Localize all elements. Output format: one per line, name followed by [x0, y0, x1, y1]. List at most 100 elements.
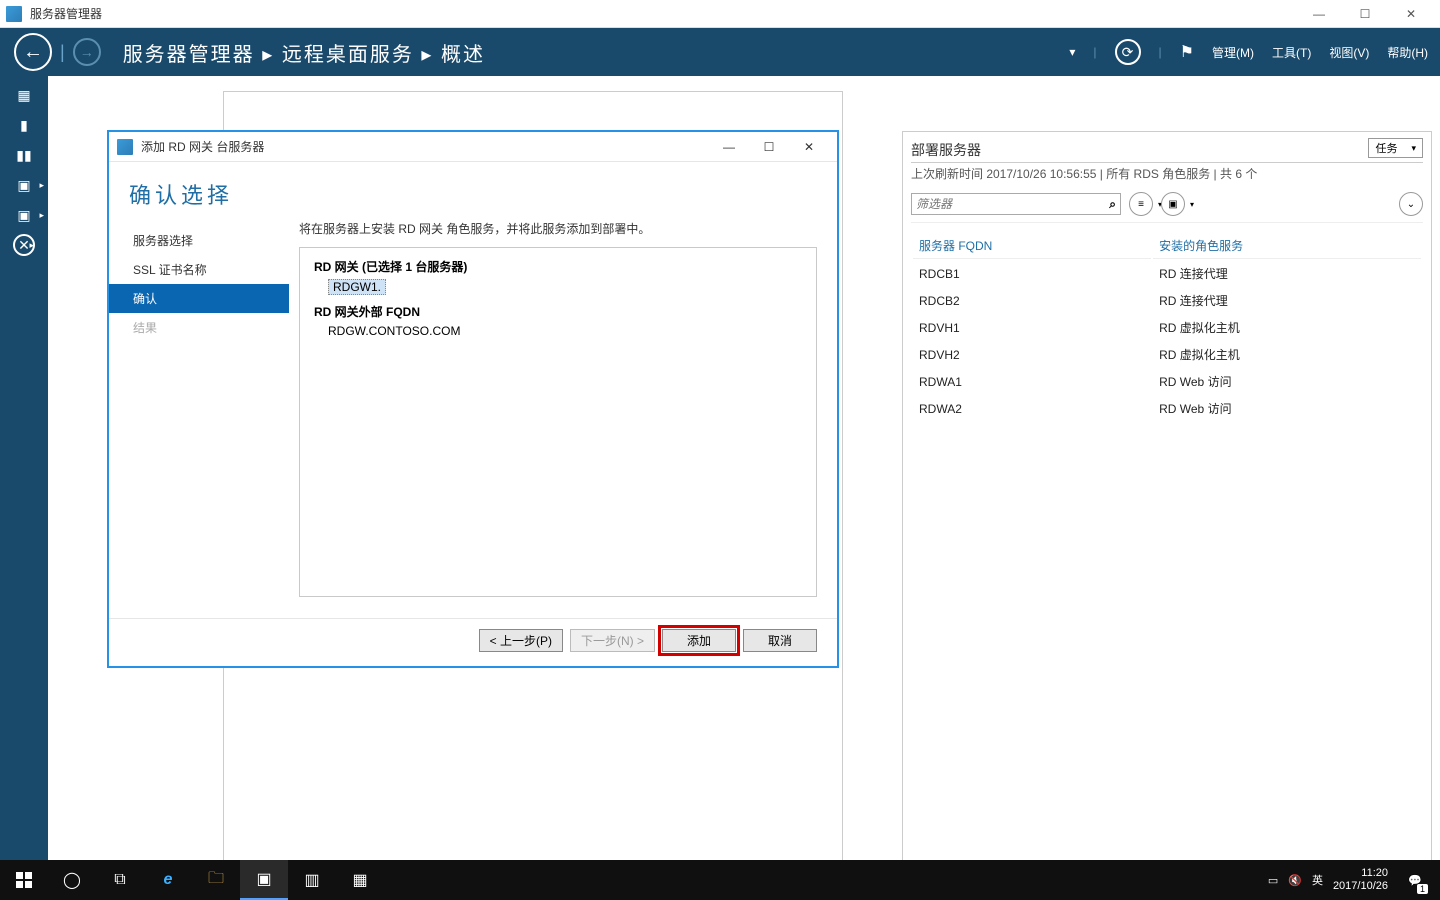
table-row[interactable]: RDWA1RD Web 访问	[913, 369, 1421, 394]
app-title: 服务器管理器	[30, 5, 1296, 22]
nav-dashboard-icon[interactable]: ▦	[10, 84, 38, 106]
external-fqdn-value: RDGW.CONTOSO.COM	[328, 324, 802, 338]
explorer-icon[interactable]: 🗀	[192, 860, 240, 900]
wizard-description: 将在服务器上安装 RD 网关 角色服务，并将此服务添加到部署中。	[299, 220, 817, 237]
deploy-table: 服务器 FQDN 安装的角色服务 RDCB1RD 连接代理RDCB2RD 连接代…	[911, 231, 1423, 423]
tray-sound-icon[interactable]: 🔇	[1288, 874, 1302, 887]
wizard-summary-box: RD 网关 (已选择 1 台服务器) RDGW1. RD 网关外部 FQDN R…	[299, 247, 817, 597]
next-button: 下一步(N) >	[570, 629, 655, 652]
nav-roles-icon[interactable]: ✕	[13, 234, 35, 256]
tasks-dropdown[interactable]: 任务	[1368, 138, 1423, 158]
system-tray: ▭ 🔇 英 11:20 2017/10/26 💬1	[1268, 860, 1440, 900]
cell-fqdn: RDCB2	[913, 288, 1151, 313]
tray-action-center-icon[interactable]: ▭	[1268, 874, 1278, 887]
table-row[interactable]: RDCB2RD 连接代理	[913, 288, 1421, 313]
minimize-button[interactable]: —	[1296, 0, 1342, 28]
header-sep: |	[1093, 45, 1096, 59]
close-button[interactable]: ✕	[1388, 0, 1434, 28]
search-icon[interactable]: ⌕	[1109, 197, 1116, 212]
filter-input[interactable]	[916, 197, 1109, 211]
wizard-nav-confirm[interactable]: 确认	[109, 284, 289, 313]
selected-server[interactable]: RDGW1.	[328, 279, 386, 295]
title-bar: 服务器管理器 — ☐ ✕	[0, 0, 1440, 28]
cell-fqdn: RDCB1	[913, 261, 1151, 286]
tray-clock[interactable]: 11:20 2017/10/26	[1333, 867, 1388, 893]
add-rd-gateway-wizard: 添加 RD 网关 台服务器 — ☐ ✕ 确认选择 服务器选择SSL 证书名称确认…	[108, 131, 838, 667]
save-view-icon[interactable]: ▣▾	[1161, 192, 1185, 216]
table-row[interactable]: RDVH1RD 虚拟化主机	[913, 315, 1421, 340]
header-separator: |	[60, 42, 65, 63]
deploy-toolbar: ⌕ ≡▾ ▣▾ ⌄	[911, 192, 1423, 223]
back-button[interactable]: ←	[14, 33, 52, 71]
menu-manage[interactable]: 管理(M)	[1212, 44, 1254, 61]
menu-view[interactable]: 视图(V)	[1329, 44, 1369, 61]
col-fqdn[interactable]: 服务器 FQDN	[913, 233, 1151, 259]
nav-iis-icon[interactable]: ▣	[5, 174, 43, 196]
window-controls: — ☐ ✕	[1296, 0, 1434, 28]
header-right: ▾ | ⟳ | ⚑ 管理(M) 工具(T) 视图(V) 帮助(H)	[1069, 39, 1428, 65]
wizard-heading: 确认选择	[129, 178, 817, 210]
cell-role: RD Web 访问	[1153, 369, 1421, 394]
cell-fqdn: RDWA1	[913, 369, 1151, 394]
header-sep2: |	[1159, 45, 1162, 59]
header-band: ← | → 服务器管理器 ▸ 远程桌面服务 ▸ 概述 ▾ | ⟳ | ⚑ 管理(…	[0, 28, 1440, 76]
cell-role: RD Web 访问	[1153, 396, 1421, 421]
wizard-close-button[interactable]: ✕	[789, 132, 829, 162]
nav-local-icon[interactable]: ▮	[10, 114, 38, 136]
start-button[interactable]	[0, 860, 48, 900]
list-view-icon[interactable]: ≡▾	[1129, 192, 1153, 216]
expand-icon[interactable]: ⌄	[1399, 192, 1423, 216]
cell-role: RD 连接代理	[1153, 261, 1421, 286]
wizard-nav: 服务器选择SSL 证书名称确认结果	[109, 218, 289, 618]
wizard-nav-server_select[interactable]: 服务器选择	[109, 226, 289, 255]
flag-icon[interactable]: ⚑	[1180, 42, 1194, 62]
tray-date: 2017/10/26	[1333, 880, 1388, 893]
prev-button[interactable]: < 上一步(P)	[479, 629, 563, 652]
body: ▦ ▮ ▮▮ ▣ ▣ ✕ 任务 部署服务器 上次刷新时间 2017/10/26 …	[0, 76, 1440, 860]
taskbar: ◯ ⧉ e 🗀 ▣ ▥ ▦ ▭ 🔇 英 11:20 2017/10/26 💬1	[0, 860, 1440, 900]
forward-button[interactable]: →	[73, 38, 101, 66]
section-rd-gateway: RD 网关 (已选择 1 台服务器)	[314, 258, 802, 275]
deploy-title: 部署服务器	[911, 140, 1423, 160]
maximize-button[interactable]: ☐	[1342, 0, 1388, 28]
menu-help[interactable]: 帮助(H)	[1387, 44, 1428, 61]
cell-fqdn: RDVH1	[913, 315, 1151, 340]
tasks-label: 任务	[1375, 140, 1397, 156]
refresh-icon[interactable]: ⟳	[1115, 39, 1141, 65]
section-external-fqdn: RD 网关外部 FQDN	[314, 303, 802, 320]
table-row[interactable]: RDWA2RD Web 访问	[913, 396, 1421, 421]
cell-fqdn: RDWA2	[913, 396, 1151, 421]
col-role[interactable]: 安装的角色服务	[1153, 233, 1421, 259]
filter-box[interactable]: ⌕	[911, 193, 1121, 215]
cancel-button[interactable]: 取消	[743, 629, 817, 652]
taskbar-app2-icon[interactable]: ▦	[336, 860, 384, 900]
cell-role: RD 虚拟化主机	[1153, 342, 1421, 367]
taskbar-app1-icon[interactable]: ▥	[288, 860, 336, 900]
wizard-body: 服务器选择SSL 证书名称确认结果 将在服务器上安装 RD 网关 角色服务，并将…	[109, 218, 837, 618]
tray-notification-icon[interactable]: 💬1	[1398, 860, 1432, 900]
wizard-nav-ssl_name[interactable]: SSL 证书名称	[109, 255, 289, 284]
wizard-window-title: 添加 RD 网关 台服务器	[141, 138, 709, 155]
header-dropdown-icon[interactable]: ▾	[1069, 45, 1075, 59]
wizard-maximize-button[interactable]: ☐	[749, 132, 789, 162]
nav-allservers-icon[interactable]: ▮▮	[10, 144, 38, 166]
cell-role: RD 虚拟化主机	[1153, 315, 1421, 340]
nav-rds-icon[interactable]: ▣	[5, 204, 43, 226]
menu-tools[interactable]: 工具(T)	[1272, 44, 1311, 61]
table-row[interactable]: RDCB1RD 连接代理	[913, 261, 1421, 286]
wizard-nav-result: 结果	[109, 313, 289, 342]
table-row[interactable]: RDVH2RD 虚拟化主机	[913, 342, 1421, 367]
wizard-footer: < 上一步(P) 下一步(N) > 添加 取消	[109, 618, 837, 662]
tray-ime[interactable]: 英	[1312, 872, 1323, 888]
search-icon[interactable]: ◯	[48, 860, 96, 900]
wizard-minimize-button[interactable]: —	[709, 132, 749, 162]
add-button[interactable]: 添加	[662, 629, 736, 652]
breadcrumb: 服务器管理器 ▸ 远程桌面服务 ▸ 概述	[123, 38, 485, 67]
notif-badge: 1	[1417, 884, 1428, 894]
app-icon	[6, 6, 22, 22]
taskview-icon[interactable]: ⧉	[96, 860, 144, 900]
servermgr-taskbar-icon[interactable]: ▣	[240, 860, 288, 900]
cell-fqdn: RDVH2	[913, 342, 1151, 367]
deploy-subtitle: 上次刷新时间 2017/10/26 10:56:55 | 所有 RDS 角色服务…	[911, 162, 1423, 182]
ie-icon[interactable]: e	[144, 860, 192, 900]
